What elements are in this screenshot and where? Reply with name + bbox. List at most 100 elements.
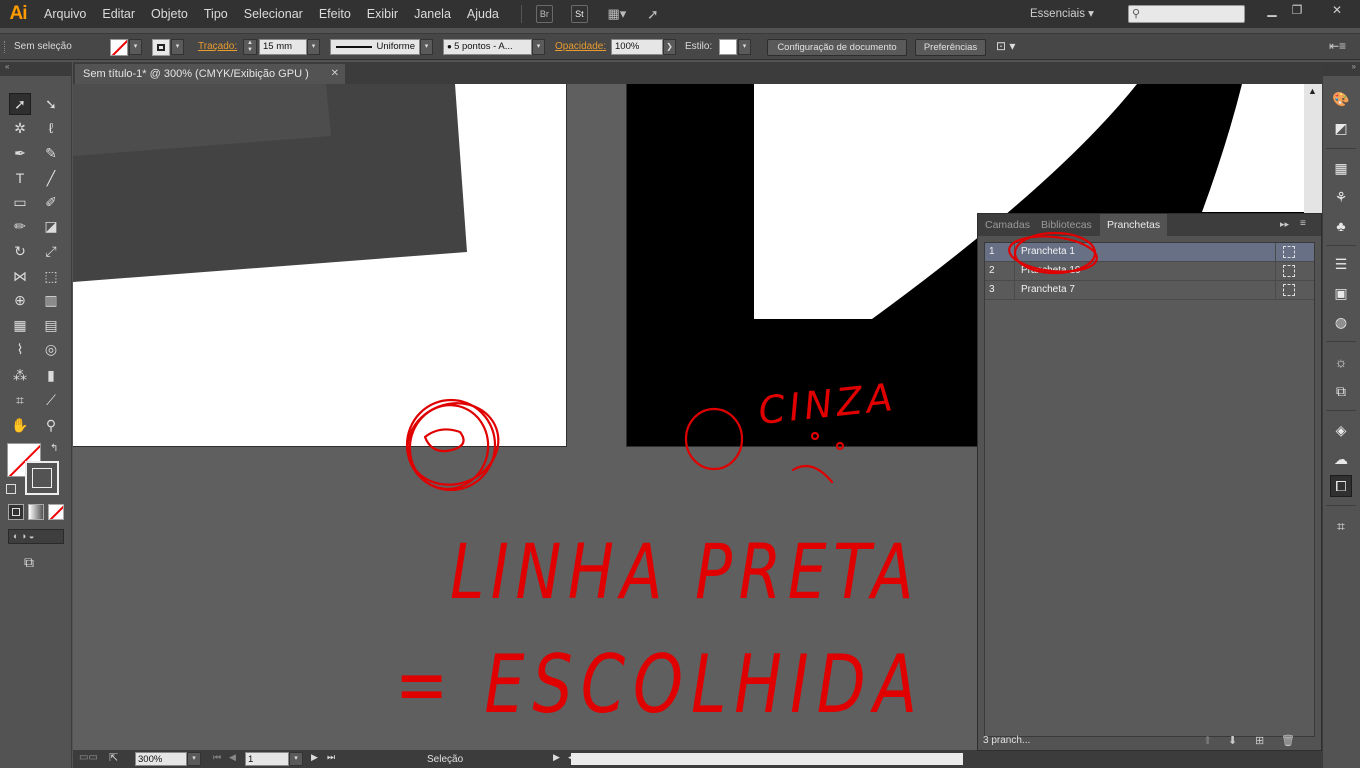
artboard-tool-icon[interactable]: ⌗ — [9, 389, 31, 411]
stroke-dropdown[interactable]: ▾ — [171, 39, 184, 55]
brushes-panel-icon[interactable]: ⚘ — [1330, 186, 1352, 208]
pencil-tool-icon[interactable]: ✏ — [9, 215, 31, 237]
next-artboard-icon[interactable]: ▶ — [311, 752, 318, 763]
symbol-sprayer-tool-icon[interactable]: ⁂ — [9, 364, 31, 386]
panel-collapse-icon[interactable]: ▸▸ — [1280, 219, 1289, 230]
stroke-label[interactable]: Traçado: — [198, 41, 237, 52]
slice-tool-icon[interactable]: ⟋ — [40, 389, 62, 411]
stroke-panel-icon[interactable]: ☰ — [1330, 253, 1352, 275]
restore-button[interactable]: ❐ — [1286, 3, 1308, 17]
libraries-panel-icon[interactable]: ☁ — [1330, 448, 1352, 470]
close-window-button[interactable]: ✕ — [1320, 3, 1354, 17]
dock-collapse[interactable]: » — [1322, 62, 1360, 76]
move-down-icon[interactable]: ⬇ — [1228, 734, 1237, 747]
menu-tipo[interactable]: Tipo — [196, 0, 236, 28]
magic-wand-tool-icon[interactable]: ✲ — [9, 117, 31, 139]
menu-objeto[interactable]: Objeto — [143, 0, 196, 28]
eyedropper-tool-icon[interactable]: ⌇ — [9, 338, 31, 360]
rectangle-tool-icon[interactable]: ▭ — [9, 191, 31, 213]
dark-rectangle-shape[interactable] — [73, 84, 567, 447]
gradient-panel-icon[interactable]: ▣ — [1330, 282, 1352, 304]
document-setup-button[interactable]: Configuração de documento — [767, 39, 907, 56]
perspective-grid-tool-icon[interactable]: ▥ — [40, 289, 62, 311]
mesh-tool-icon[interactable]: ▦ — [9, 314, 31, 336]
swatches-panel-icon[interactable]: ▦ — [1330, 157, 1352, 179]
close-icon[interactable]: ✕ — [331, 64, 339, 84]
scale-tool-icon[interactable]: ⤢ — [40, 240, 62, 262]
artboard-row[interactable]: 1 Prancheta 1 — [985, 243, 1314, 262]
brush-dropdown[interactable]: ▾ — [532, 39, 545, 55]
column-graph-tool-icon[interactable]: ▮ — [40, 364, 62, 386]
artboard-row[interactable]: 2 Prancheta 10 — [985, 262, 1314, 281]
width-tool-icon[interactable]: ⋈ — [9, 265, 31, 287]
stroke-weight-dropdown[interactable]: ▾ — [307, 39, 320, 55]
eraser-tool-icon[interactable]: ◪ — [40, 215, 62, 237]
free-transform-tool-icon[interactable]: ⬚ — [40, 265, 62, 287]
menu-janela[interactable]: Janela — [406, 0, 459, 28]
transparency-panel-icon[interactable]: ◍ — [1330, 311, 1352, 333]
status-menu-icon[interactable]: ▶ — [553, 752, 560, 763]
menu-arquivo[interactable]: Arquivo — [36, 0, 94, 28]
panel-menu-icon[interactable]: ≡ — [1300, 218, 1306, 229]
menu-selecionar[interactable]: Selecionar — [236, 0, 311, 28]
selection-tool-icon[interactable]: ➚ — [9, 93, 31, 115]
layers-panel-icon[interactable]: ◈ — [1330, 419, 1352, 441]
move-up-icon[interactable]: ⬆ — [1203, 734, 1212, 747]
stock-button[interactable]: St — [570, 5, 588, 23]
zoom-dropdown[interactable]: ▾ — [187, 752, 201, 766]
line-tool-icon[interactable]: ╱ — [40, 167, 62, 189]
zoom-input[interactable]: 300% — [135, 752, 187, 766]
tab-pranchetas[interactable]: Pranchetas — [1100, 214, 1168, 236]
artboard-number-input[interactable]: 1 — [245, 752, 289, 766]
paintbrush-tool-icon[interactable]: ✐ — [40, 191, 62, 213]
share-icon[interactable]: ⇱ — [109, 751, 118, 764]
blend-tool-icon[interactable]: ◎ — [40, 338, 62, 360]
last-artboard-icon[interactable]: ⏭ — [327, 752, 335, 763]
search-input[interactable]: ⚲ — [1128, 5, 1245, 23]
tools-panel-collapse[interactable]: « — [0, 62, 72, 76]
new-artboard-icon[interactable]: ⊞ — [1255, 734, 1264, 747]
menu-exibir[interactable]: Exibir — [359, 0, 406, 28]
prev-artboard-icon[interactable]: ◀ — [229, 752, 236, 763]
gpu-performance-icon[interactable]: ➚ — [644, 5, 662, 23]
gradient-mode-icon[interactable] — [28, 504, 44, 520]
artboards-panel-icon[interactable]: ⧠ — [1330, 475, 1352, 497]
swap-colors-icon[interactable]: ↰ — [50, 443, 58, 454]
stroke-profile-dropdown[interactable]: ▾ — [420, 39, 433, 55]
artboard-row[interactable]: 3 Prancheta 7 — [985, 281, 1314, 300]
menu-ajuda[interactable]: Ajuda — [459, 0, 507, 28]
color-guide-icon[interactable]: ◩ — [1330, 117, 1352, 139]
menu-editar[interactable]: Editar — [94, 0, 143, 28]
opacity-input[interactable]: 100% — [611, 39, 663, 55]
color-panel-icon[interactable]: 🎨 — [1330, 88, 1352, 110]
opacity-label[interactable]: Opacidade: — [555, 41, 606, 52]
scroll-up-icon[interactable]: ▲ — [1308, 86, 1317, 96]
brush-select[interactable]: ● 5 pontos - A... — [443, 39, 532, 55]
lasso-tool-icon[interactable]: ℓ — [40, 117, 62, 139]
style-dropdown[interactable]: ▾ — [738, 39, 751, 55]
gradient-tool-icon[interactable]: ▤ — [40, 314, 62, 336]
panel-menu-icon[interactable]: ⇤≡ — [1329, 39, 1346, 53]
appearance-panel-icon[interactable]: ☼ — [1330, 351, 1352, 373]
workspace-switcher[interactable]: Essenciais ▾ — [1030, 0, 1094, 28]
stroke-swatch[interactable] — [152, 39, 170, 56]
artboard-options-icon[interactable] — [1283, 265, 1295, 277]
preferences-button[interactable]: Preferências — [915, 39, 986, 56]
style-swatch[interactable] — [719, 39, 737, 55]
delete-artboard-icon[interactable]: 🗑 — [1281, 734, 1295, 747]
pen-tool-icon[interactable]: ✒ — [9, 142, 31, 164]
horizontal-scrollbar[interactable] — [571, 753, 963, 765]
symbols-panel-icon[interactable]: ♣ — [1330, 215, 1352, 237]
bridge-button[interactable]: Br — [535, 5, 553, 23]
transform-panel-icon[interactable]: ⌗ — [1330, 515, 1352, 537]
color-mode-icon[interactable] — [8, 504, 24, 520]
tab-camadas[interactable]: Camadas — [978, 214, 1037, 236]
artboard-left[interactable] — [73, 84, 567, 447]
fill-swatch[interactable] — [110, 39, 128, 56]
zoom-tool-icon[interactable]: ⚲ — [40, 414, 62, 436]
artboard-options-icon[interactable] — [1283, 284, 1295, 296]
document-tab[interactable]: Sem título-1* @ 300% (CMYK/Exibição GPU … — [75, 64, 345, 84]
opacity-slider-button[interactable]: ❯ — [663, 39, 676, 55]
fill-dropdown[interactable]: ▾ — [129, 39, 142, 55]
artboard-dropdown[interactable]: ▾ — [289, 752, 303, 766]
